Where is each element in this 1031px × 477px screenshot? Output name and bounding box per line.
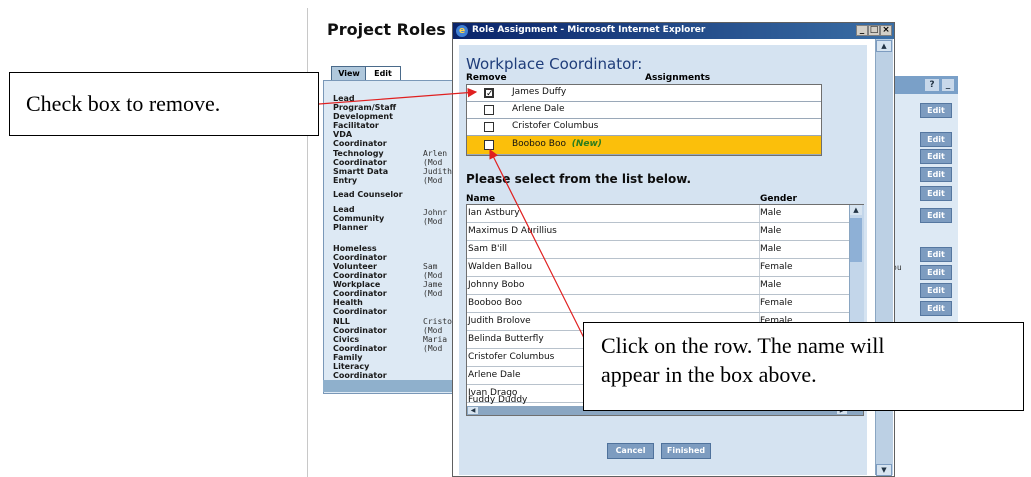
callout-line: Click on the row. The name will — [601, 333, 885, 358]
callout-remove: Check box to remove. — [9, 72, 319, 136]
arrow-to-new-row — [489, 148, 585, 339]
callout-line: appear in the box above. — [601, 362, 817, 387]
arrow-to-checkbox — [318, 87, 478, 105]
callout-click-row: Click on the row. The name will appear i… — [583, 322, 1024, 411]
